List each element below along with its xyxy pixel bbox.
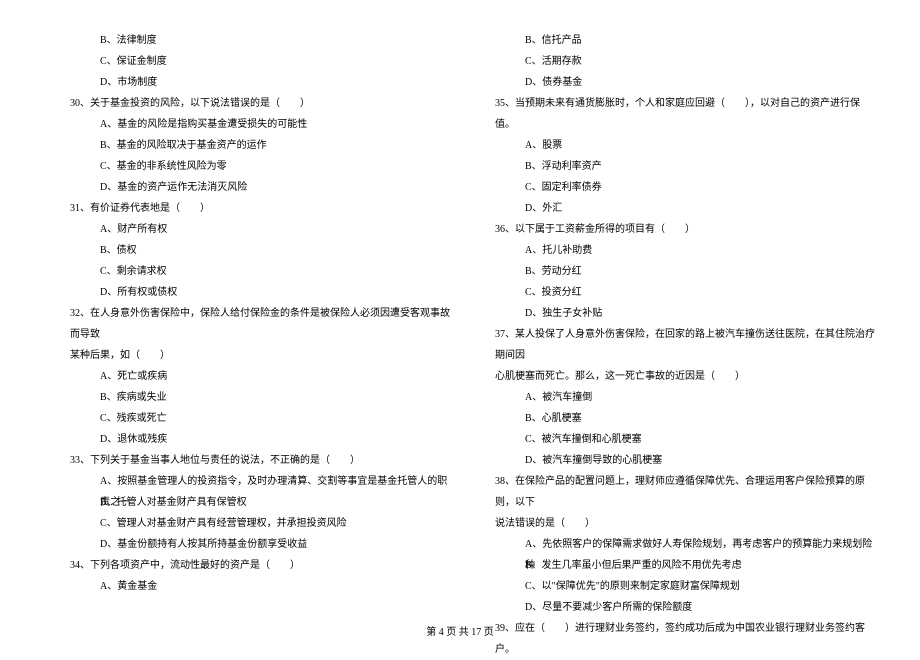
q37-option-c: C、被汽车撞倒和心肌梗塞 <box>495 429 875 450</box>
q38-option-d: D、尽量不要减少客户所需的保险额度 <box>495 597 875 618</box>
q30-option-c: C、基金的非系统性风险为零 <box>70 156 450 177</box>
q35-option-c: C、固定利率债券 <box>495 177 875 198</box>
q34-option-b: B、信托产品 <box>495 30 875 51</box>
q30-option-a: A、基金的风险是指购买基金遭受损失的可能性 <box>70 114 450 135</box>
q29-option-d: D、市场制度 <box>70 72 450 93</box>
q34-option-c: C、活期存款 <box>495 51 875 72</box>
q37-option-a: A、被汽车撞倒 <box>495 387 875 408</box>
q34-option-a: A、黄金基金 <box>70 576 450 597</box>
q30-option-b: B、基金的风险取决于基金资产的运作 <box>70 135 450 156</box>
q33-option-a: A、按照基金管理人的投资指令，及时办理清算、交割等事宜是基金托管人的职责之一 <box>70 471 450 492</box>
q32-option-c: C、残疾或死亡 <box>70 408 450 429</box>
q34-option-d: D、债券基金 <box>495 72 875 93</box>
q29-option-c: C、保证金制度 <box>70 51 450 72</box>
q32-option-a: A、死亡或疾病 <box>70 366 450 387</box>
q33-option-b: B、托管人对基金财产具有保管权 <box>70 492 450 513</box>
q36-option-b: B、劳动分红 <box>495 261 875 282</box>
q32-continuation: 某种后果，如（ ） <box>70 345 450 366</box>
right-column: B、信托产品 C、活期存款 D、债券基金 35、当预期未来有通货膨胀时，个人和家… <box>465 30 890 595</box>
q38-option-a: A、先依照客户的保障需求做好人寿保险规划，再考虑客户的预算能力来规划险种 <box>495 534 875 555</box>
q38-stem: 38、在保险产品的配置问题上，理财师应遵循保障优先、合理运用客户保险预算的原则，… <box>495 471 875 513</box>
q31-option-b: B、债权 <box>70 240 450 261</box>
q34-stem: 34、下列各项资产中，流动性最好的资产是（ ） <box>70 555 450 576</box>
q36-stem: 36、以下属于工资薪金所得的项目有（ ） <box>495 219 875 240</box>
q32-option-b: B、疾病或失业 <box>70 387 450 408</box>
q35-option-a: A、股票 <box>495 135 875 156</box>
q35-option-b: B、浮动利率资产 <box>495 156 875 177</box>
q38-continuation: 说法错误的是（ ） <box>495 513 875 534</box>
q38-option-b: B、发生几率虽小但后果严重的风险不用优先考虑 <box>495 555 875 576</box>
q32-stem: 32、在人身意外伤害保险中，保险人给付保险金的条件是被保险人必须因遭受客观事故而… <box>70 303 450 345</box>
q38-option-c: C、以"保障优先"的原则来制定家庭财富保障规划 <box>495 576 875 597</box>
q37-option-d: D、被汽车撞倒导致的心肌梗塞 <box>495 450 875 471</box>
q30-option-d: D、基金的资产运作无法消灭风险 <box>70 177 450 198</box>
page-container: B、法律制度 C、保证金制度 D、市场制度 30、关于基金投资的风险，以下说法错… <box>0 0 920 620</box>
q36-option-c: C、投资分红 <box>495 282 875 303</box>
q35-stem: 35、当预期未来有通货膨胀时，个人和家庭应回避（ ），以对自己的资产进行保值。 <box>495 93 875 135</box>
page-footer: 第 4 页 共 17 页 <box>0 623 920 638</box>
q33-option-d: D、基金份额持有人按其所持基金份额享受收益 <box>70 534 450 555</box>
q36-option-d: D、独生子女补贴 <box>495 303 875 324</box>
q31-option-c: C、剩余请求权 <box>70 261 450 282</box>
q30-stem: 30、关于基金投资的风险，以下说法错误的是（ ） <box>70 93 450 114</box>
q36-option-a: A、托儿补助费 <box>495 240 875 261</box>
left-column: B、法律制度 C、保证金制度 D、市场制度 30、关于基金投资的风险，以下说法错… <box>30 30 465 595</box>
q29-option-b: B、法律制度 <box>70 30 450 51</box>
q31-stem: 31、有价证券代表地是（ ） <box>70 198 450 219</box>
q35-option-d: D、外汇 <box>495 198 875 219</box>
q33-option-c: C、管理人对基金财产具有经营管理权，并承担投资风险 <box>70 513 450 534</box>
q31-option-d: D、所有权或债权 <box>70 282 450 303</box>
q37-continuation: 心肌梗塞而死亡。那么，这一死亡事故的近因是（ ） <box>495 366 875 387</box>
q37-stem: 37、某人投保了人身意外伤害保险，在回家的路上被汽车撞伤送往医院，在其住院治疗期… <box>495 324 875 366</box>
q31-option-a: A、财产所有权 <box>70 219 450 240</box>
q32-option-d: D、退休或残疾 <box>70 429 450 450</box>
q33-stem: 33、下列关于基金当事人地位与责任的说法，不正确的是（ ） <box>70 450 450 471</box>
q37-option-b: B、心肌梗塞 <box>495 408 875 429</box>
